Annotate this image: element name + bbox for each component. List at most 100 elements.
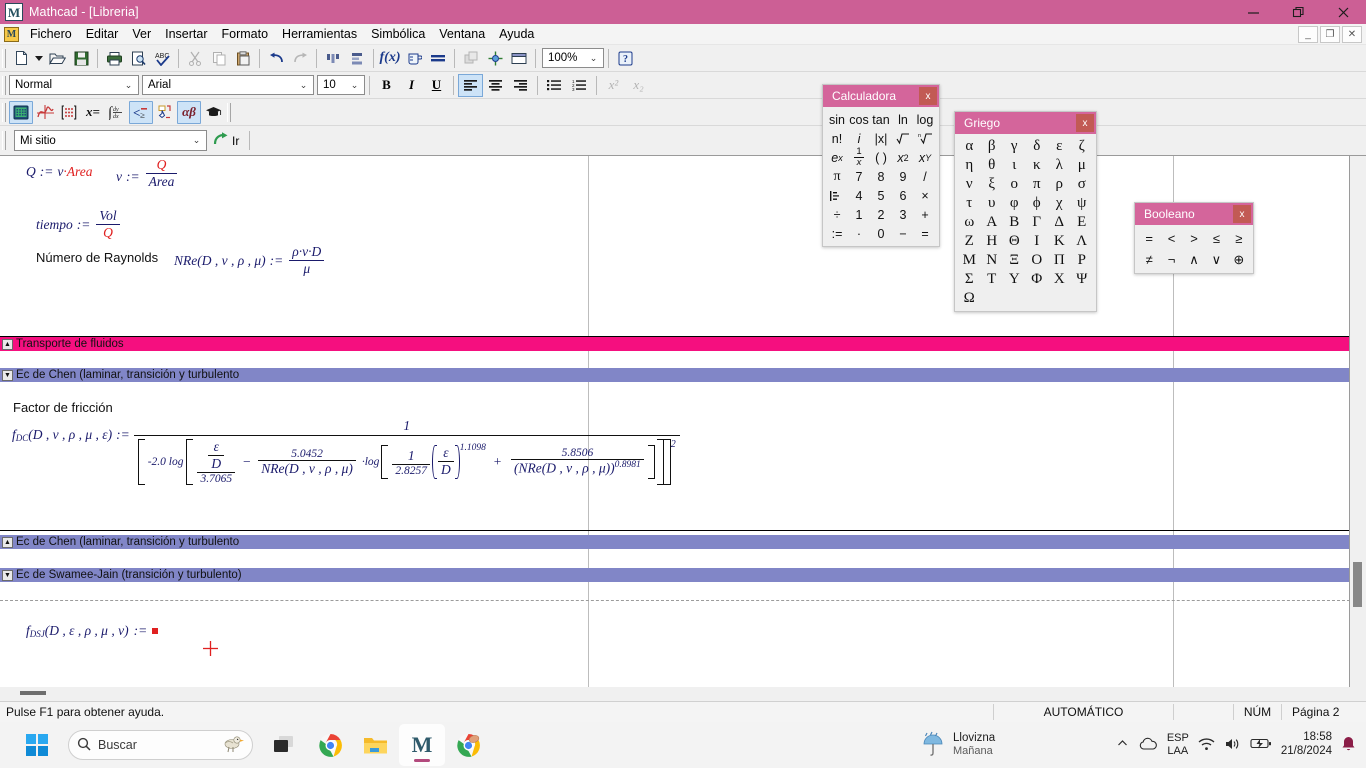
boolean-key-9[interactable]: ⊕ (1228, 249, 1250, 270)
chevron-down-icon[interactable]: ⌄ (189, 135, 204, 146)
superscript-button[interactable]: x² (601, 74, 626, 97)
greek-key-41[interactable]: Ρ (1071, 251, 1094, 270)
greek-key-16[interactable]: ρ (1048, 175, 1071, 194)
menu-item-ver[interactable]: Ver (125, 25, 158, 43)
close-icon[interactable] (1321, 0, 1366, 24)
key-exponential[interactable]: ex (826, 148, 848, 167)
key-absolute-value[interactable]: |x| (870, 129, 892, 148)
bold-button[interactable]: B (374, 74, 399, 97)
integral-derivative-icon[interactable]: ∫ dy dx (105, 101, 129, 124)
greek-key-26[interactable]: Β (1003, 213, 1026, 232)
underline-button[interactable]: U (424, 74, 449, 97)
menu-item-herramientas[interactable]: Herramientas (275, 25, 364, 43)
greek-key-20[interactable]: φ (1003, 194, 1026, 213)
key-reciprocal[interactable]: 1x (848, 146, 870, 168)
greek-key-43[interactable]: Τ (981, 270, 1004, 289)
greek-key-15[interactable]: π (1026, 175, 1049, 194)
italic-button[interactable]: I (399, 74, 424, 97)
taskbar-chrome[interactable] (307, 724, 353, 766)
taskbar-chrome-2[interactable] (445, 724, 491, 766)
key-assign[interactable]: := (826, 224, 848, 243)
greek-key-6[interactable]: η (958, 156, 981, 175)
align-down-icon[interactable] (345, 47, 369, 70)
greek-key-47[interactable]: Ψ (1071, 270, 1094, 289)
greek-key-39[interactable]: Ο (1026, 251, 1049, 270)
boolean-key-7[interactable]: ∧ (1183, 249, 1205, 270)
equation-tiempo[interactable]: tiempo := Vol Q (36, 208, 122, 241)
key-3[interactable]: 3 (892, 205, 914, 224)
cut-button[interactable] (183, 47, 207, 70)
site-combo[interactable]: Mi sitio ⌄ (14, 130, 207, 151)
open-button[interactable] (45, 47, 69, 70)
greek-key-21[interactable]: ϕ (1026, 194, 1049, 213)
greek-key-14[interactable]: ο (1003, 175, 1026, 194)
style-combo[interactable]: Normal ⌄ (9, 75, 139, 95)
alpha-beta-icon[interactable]: αβ (177, 100, 201, 124)
menu-item-ventana[interactable]: Ventana (432, 25, 492, 43)
vertical-scroll-thumb[interactable] (1353, 562, 1362, 607)
greek-key-33[interactable]: Ι (1026, 232, 1049, 251)
key-pi[interactable]: π (826, 167, 848, 186)
key-square-root[interactable] (892, 129, 914, 148)
clock[interactable]: 18:58 21/8/2024 (1281, 731, 1332, 759)
font-combo[interactable]: Arial ⌄ (142, 75, 314, 95)
key-0[interactable]: 0 (870, 224, 892, 243)
numbered-list-icon[interactable]: 123 (567, 74, 592, 97)
greek-key-12[interactable]: ν (958, 175, 981, 194)
greek-key-7[interactable]: θ (981, 156, 1004, 175)
key-multiply[interactable]: × (914, 186, 936, 205)
greek-key-34[interactable]: Κ (1048, 232, 1071, 251)
greek-key-45[interactable]: Φ (1026, 270, 1049, 289)
key-tan[interactable]: tan (870, 110, 892, 129)
greek-key-38[interactable]: Ξ (1003, 251, 1026, 270)
key-nth-root[interactable]: n (914, 129, 936, 148)
search-input[interactable]: Buscar (68, 730, 253, 760)
key-plus[interactable]: + (914, 205, 936, 224)
taskbar-mathcad[interactable]: M (399, 724, 445, 766)
taskbar-file-explorer[interactable] (353, 724, 399, 766)
font-size-combo[interactable]: 10 ⌄ (317, 75, 365, 95)
boolean-key-2[interactable]: > (1183, 228, 1205, 249)
horizontal-scroll-thumb[interactable] (20, 691, 46, 695)
greek-key-35[interactable]: Λ (1071, 232, 1094, 251)
key-mixed-number[interactable] (826, 186, 848, 205)
greek-key-22[interactable]: χ (1048, 194, 1071, 213)
greek-key-44[interactable]: Υ (1003, 270, 1026, 289)
key-minus[interactable]: − (892, 224, 914, 243)
key-6[interactable]: 6 (892, 186, 914, 205)
mdi-restore-button[interactable]: ❐ (1320, 25, 1340, 43)
taskbar-weather-widget[interactable]: Llovizna Mañana (920, 731, 995, 760)
bell-icon[interactable] (1341, 736, 1356, 755)
boolean-key-0[interactable]: = (1138, 228, 1160, 249)
greek-key-29[interactable]: Ε (1071, 213, 1094, 232)
chevron-down-icon[interactable]: ⌄ (296, 80, 311, 91)
area-icon[interactable] (507, 47, 531, 70)
restore-icon[interactable] (1276, 0, 1321, 24)
paste-button[interactable] (231, 47, 255, 70)
toolbar-grip[interactable] (2, 48, 6, 68)
menu-item-fichero[interactable]: Fichero (23, 25, 79, 43)
collapse-arrow-icon[interactable]: ▲ (2, 536, 13, 548)
key-divide-slash[interactable]: / (914, 167, 936, 186)
mdi-close-button[interactable]: ✕ (1342, 25, 1362, 43)
greek-key-10[interactable]: λ (1048, 156, 1071, 175)
equation-reynolds[interactable]: NRe(D , v , ρ , μ) := ρ·v·D μ (174, 244, 326, 277)
equation-factor-friccion-chen[interactable]: f DC (D , v , ρ , μ , ε) := 1 -2.0 log ε… (12, 418, 680, 485)
chevron-down-icon[interactable]: ⌄ (121, 80, 136, 91)
battery-charging-icon[interactable] (1250, 737, 1272, 753)
fx-icon[interactable]: f(x) (378, 47, 402, 70)
greek-key-23[interactable]: ψ (1071, 194, 1094, 213)
key-ln[interactable]: ln (892, 110, 914, 129)
key-2[interactable]: 2 (870, 205, 892, 224)
close-icon[interactable]: x (1076, 114, 1094, 132)
placeholder-box[interactable] (152, 627, 159, 634)
align-across-icon[interactable] (321, 47, 345, 70)
equation-swamee-jain[interactable]: f DSJ (D , ε , ρ , μ , v) := (26, 622, 159, 639)
greek-key-11[interactable]: μ (1071, 156, 1094, 175)
print-preview-button[interactable] (126, 47, 150, 70)
greek-key-25[interactable]: Α (981, 213, 1004, 232)
save-button[interactable] (69, 47, 93, 70)
equation-flow-rate[interactable]: Q := v · Area (26, 163, 92, 180)
palette-title-bar[interactable]: Calculadora x (823, 85, 939, 107)
horizontal-scrollbar[interactable] (0, 687, 1366, 701)
